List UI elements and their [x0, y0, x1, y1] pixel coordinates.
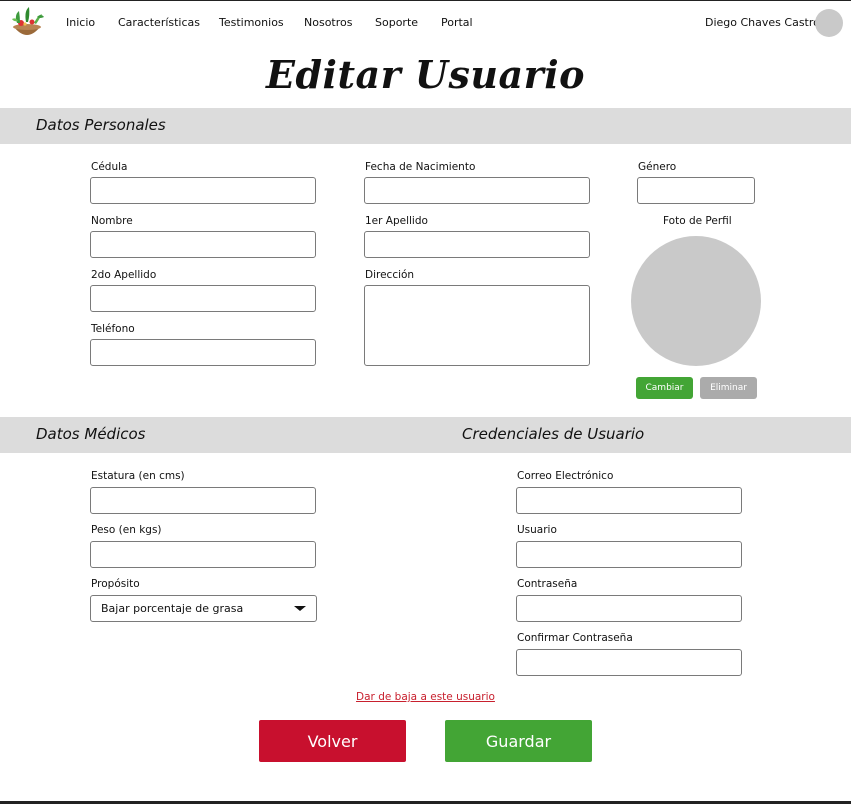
password-label: Contraseña: [517, 578, 578, 590]
personal-section-title: Datos Personales: [36, 116, 166, 134]
confirm-password-input[interactable]: [516, 649, 742, 676]
profile-photo: [631, 236, 761, 366]
correo-label: Correo Electrónico: [517, 470, 614, 482]
unsubscribe-link[interactable]: Dar de baja a este usuario: [0, 691, 851, 703]
estatura-input[interactable]: [90, 487, 316, 514]
page-title: Editar Usuario: [266, 52, 585, 97]
telefono-label: Teléfono: [91, 323, 135, 335]
correo-input[interactable]: [516, 487, 742, 514]
proposito-label: Propósito: [91, 578, 140, 590]
password-input[interactable]: [516, 595, 742, 622]
nav-inicio[interactable]: Inicio: [66, 16, 95, 29]
proposito-select[interactable]: Bajar porcentaje de grasa: [90, 595, 317, 622]
cedula-input[interactable]: [90, 177, 316, 204]
nav-portal[interactable]: Portal: [441, 16, 473, 29]
apellido2-label: 2do Apellido: [91, 269, 157, 281]
estatura-label: Estatura (en cms): [91, 470, 185, 482]
chevron-down-icon: [294, 606, 306, 611]
proposito-selected-value: Bajar porcentaje de grasa: [101, 602, 244, 615]
direccion-label: Dirección: [365, 269, 415, 281]
medical-section-title: Datos Médicos: [36, 425, 146, 443]
back-button[interactable]: Volver: [259, 720, 406, 762]
apellido1-label: 1er Apellido: [365, 215, 428, 227]
nav-soporte[interactable]: Soporte: [375, 16, 418, 29]
telefono-input[interactable]: [90, 339, 316, 366]
save-button[interactable]: Guardar: [445, 720, 592, 762]
confirm-password-label: Confirmar Contraseña: [517, 632, 633, 644]
change-photo-button[interactable]: Cambiar: [636, 377, 693, 399]
avatar[interactable]: [815, 9, 843, 37]
fecha-nacimiento-input[interactable]: [364, 177, 590, 204]
nombre-input[interactable]: [90, 231, 316, 258]
fecha-nacimiento-label: Fecha de Nacimiento: [365, 161, 476, 173]
delete-photo-button[interactable]: Eliminar: [700, 377, 757, 399]
user-name[interactable]: Diego Chaves Castro: [705, 16, 820, 29]
peso-label: Peso (en kgs): [91, 524, 162, 536]
cedula-label: Cédula: [91, 161, 128, 173]
nav-nosotros[interactable]: Nosotros: [304, 16, 352, 29]
foto-perfil-label: Foto de Perfil: [663, 215, 732, 227]
direccion-textarea[interactable]: [364, 285, 590, 366]
nombre-label: Nombre: [91, 215, 133, 227]
logo-salad-bowl-icon[interactable]: [8, 5, 46, 41]
genero-input[interactable]: [637, 177, 755, 204]
peso-input[interactable]: [90, 541, 316, 568]
apellido2-input[interactable]: [90, 285, 316, 312]
usuario-label: Usuario: [517, 524, 557, 536]
nav-testimonios[interactable]: Testimonios: [219, 16, 284, 29]
nav-caracteristicas[interactable]: Características: [118, 16, 200, 29]
credentials-section-title: Credenciales de Usuario: [462, 425, 645, 443]
usuario-input[interactable]: [516, 541, 742, 568]
apellido1-input[interactable]: [364, 231, 590, 258]
genero-label: Género: [638, 161, 677, 173]
